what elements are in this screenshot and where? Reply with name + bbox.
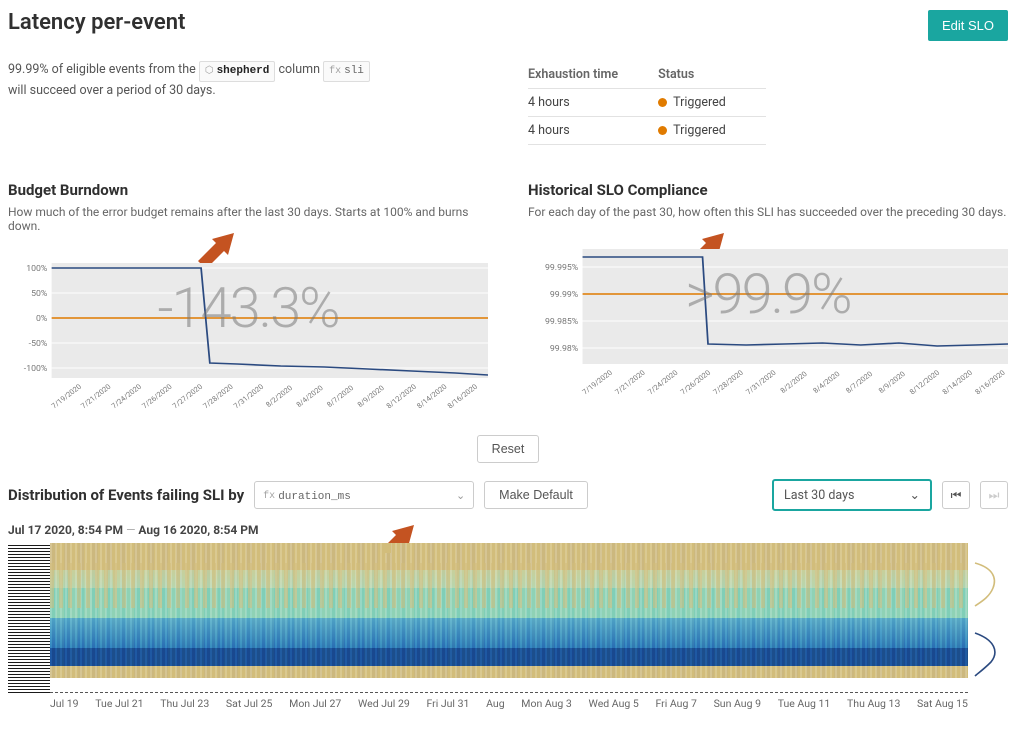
svg-text:8/9/2020: 8/9/2020: [877, 369, 908, 394]
svg-text:-100%: -100%: [24, 364, 47, 374]
svg-text:8/14/2020: 8/14/2020: [940, 368, 974, 396]
service-name: shepherd: [217, 63, 270, 80]
svg-text:7/21/2020: 7/21/2020: [79, 382, 113, 410]
svg-text:7/26/2020: 7/26/2020: [678, 368, 712, 396]
svg-text:8/12/2020: 8/12/2020: [908, 368, 942, 396]
svg-text:99.985%: 99.985%: [545, 317, 578, 327]
status-cell: Triggered: [658, 117, 766, 145]
svg-text:8/2/2020: 8/2/2020: [264, 383, 295, 408]
svg-text:-50%: -50%: [29, 339, 48, 349]
status-row: 4 hours Triggered: [528, 117, 766, 145]
sli-name: sli: [344, 63, 364, 80]
fx-icon: fx: [329, 64, 341, 79]
slo-description: 99.99% of eligible events from the ⬡shep…: [8, 61, 488, 145]
svg-text:8/7/2020: 8/7/2020: [844, 369, 875, 394]
date-range-label: Last 30 days: [784, 488, 854, 503]
date-range-display: Jul 17 2020, 8:54 PM — Aug 16 2020, 8:54…: [8, 523, 1008, 537]
chevron-down-icon: ⌄: [456, 489, 465, 502]
page-title: Latency per-event: [8, 10, 185, 35]
distribution-field-select[interactable]: fx duration_ms ⌄: [254, 481, 474, 509]
desc-prefix: 99.99% of eligible events from the: [8, 62, 196, 77]
svg-text:7/24/2020: 7/24/2020: [646, 368, 680, 396]
compliance-subtitle: For each day of the past 30, how often t…: [528, 205, 1008, 219]
svg-text:99.98%: 99.98%: [550, 344, 578, 354]
svg-text:8/16/2020: 8/16/2020: [445, 382, 479, 410]
fx-icon: fx: [263, 491, 275, 502]
svg-text:7/31/2020: 7/31/2020: [232, 382, 266, 410]
time-prev-button[interactable]: ⏮: [942, 481, 970, 509]
heatmap-y-axis: [8, 543, 50, 693]
svg-text:8/14/2020: 8/14/2020: [415, 382, 449, 410]
field-name: duration_ms: [278, 491, 351, 503]
date-range-select[interactable]: Last 30 days ⌄: [772, 479, 932, 511]
compliance-chart[interactable]: 99.995% 99.99% 99.985% 99.98% 7/19/2020 …: [528, 249, 1008, 399]
th-status: Status: [658, 61, 766, 89]
svg-text:100%: 100%: [26, 264, 47, 274]
cube-icon: ⬡: [205, 64, 214, 79]
reset-button[interactable]: Reset: [477, 435, 540, 463]
svg-text:99.995%: 99.995%: [545, 263, 578, 273]
th-exhaustion: Exhaustion time: [528, 61, 658, 89]
svg-text:7/26/2020: 7/26/2020: [140, 382, 174, 410]
status-dot-icon: [658, 98, 667, 107]
burndown-title: Budget Burndown: [8, 181, 488, 199]
svg-text:7/31/2020: 7/31/2020: [744, 368, 778, 396]
exhaustion-cell: 4 hours: [528, 117, 658, 145]
compliance-title: Historical SLO Compliance: [528, 181, 1008, 199]
distribution-title: Distribution of Events failing SLI by: [8, 486, 244, 504]
exhaustion-cell: 4 hours: [528, 89, 658, 117]
heatmap-chart[interactable]: [50, 543, 968, 693]
status-dot-icon: [658, 126, 667, 135]
burndown-chart[interactable]: 100% 50% 0% -50% -100% 7/19/2020 7/21/20…: [8, 263, 488, 413]
svg-text:7/28/2020: 7/28/2020: [201, 382, 235, 410]
svg-text:8/4/2020: 8/4/2020: [294, 383, 325, 408]
heatmap-distribution-curves: [968, 543, 1008, 693]
svg-text:7/21/2020: 7/21/2020: [613, 368, 647, 396]
svg-text:7/24/2020: 7/24/2020: [109, 382, 143, 410]
svg-text:7/19/2020: 7/19/2020: [49, 382, 83, 410]
svg-text:8/2/2020: 8/2/2020: [778, 369, 809, 394]
svg-text:8/7/2020: 8/7/2020: [325, 383, 356, 408]
svg-text:7/27/2020: 7/27/2020: [170, 382, 204, 410]
svg-text:50%: 50%: [31, 289, 47, 299]
svg-text:0%: 0%: [36, 314, 47, 324]
edit-slo-button[interactable]: Edit SLO: [928, 10, 1008, 41]
desc-column-word: column: [279, 62, 320, 77]
svg-text:7/28/2020: 7/28/2020: [711, 368, 745, 396]
svg-text:7/19/2020: 7/19/2020: [580, 368, 614, 396]
time-next-button: ⏭: [980, 481, 1008, 509]
burndown-subtitle: How much of the error budget remains aft…: [8, 205, 488, 233]
sli-chip[interactable]: fxsli: [323, 61, 370, 82]
svg-text:99.99%: 99.99%: [550, 290, 578, 300]
heatmap-x-axis: Jul 19 Tue Jul 21 Thu Jul 23 Sat Jul 25 …: [50, 697, 968, 710]
status-row: 4 hours Triggered: [528, 89, 766, 117]
svg-text:8/16/2020: 8/16/2020: [973, 368, 1007, 396]
status-cell: Triggered: [658, 89, 766, 117]
status-table: Exhaustion time Status 4 hours Triggered…: [528, 61, 766, 145]
service-chip[interactable]: ⬡shepherd: [199, 61, 276, 82]
svg-text:8/9/2020: 8/9/2020: [355, 383, 386, 408]
chevron-down-icon: ⌄: [910, 487, 920, 503]
make-default-button[interactable]: Make Default: [484, 481, 588, 509]
svg-text:8/12/2020: 8/12/2020: [384, 382, 418, 410]
desc-suffix: will succeed over a period of 30 days.: [8, 83, 216, 98]
svg-text:8/4/2020: 8/4/2020: [811, 369, 842, 394]
